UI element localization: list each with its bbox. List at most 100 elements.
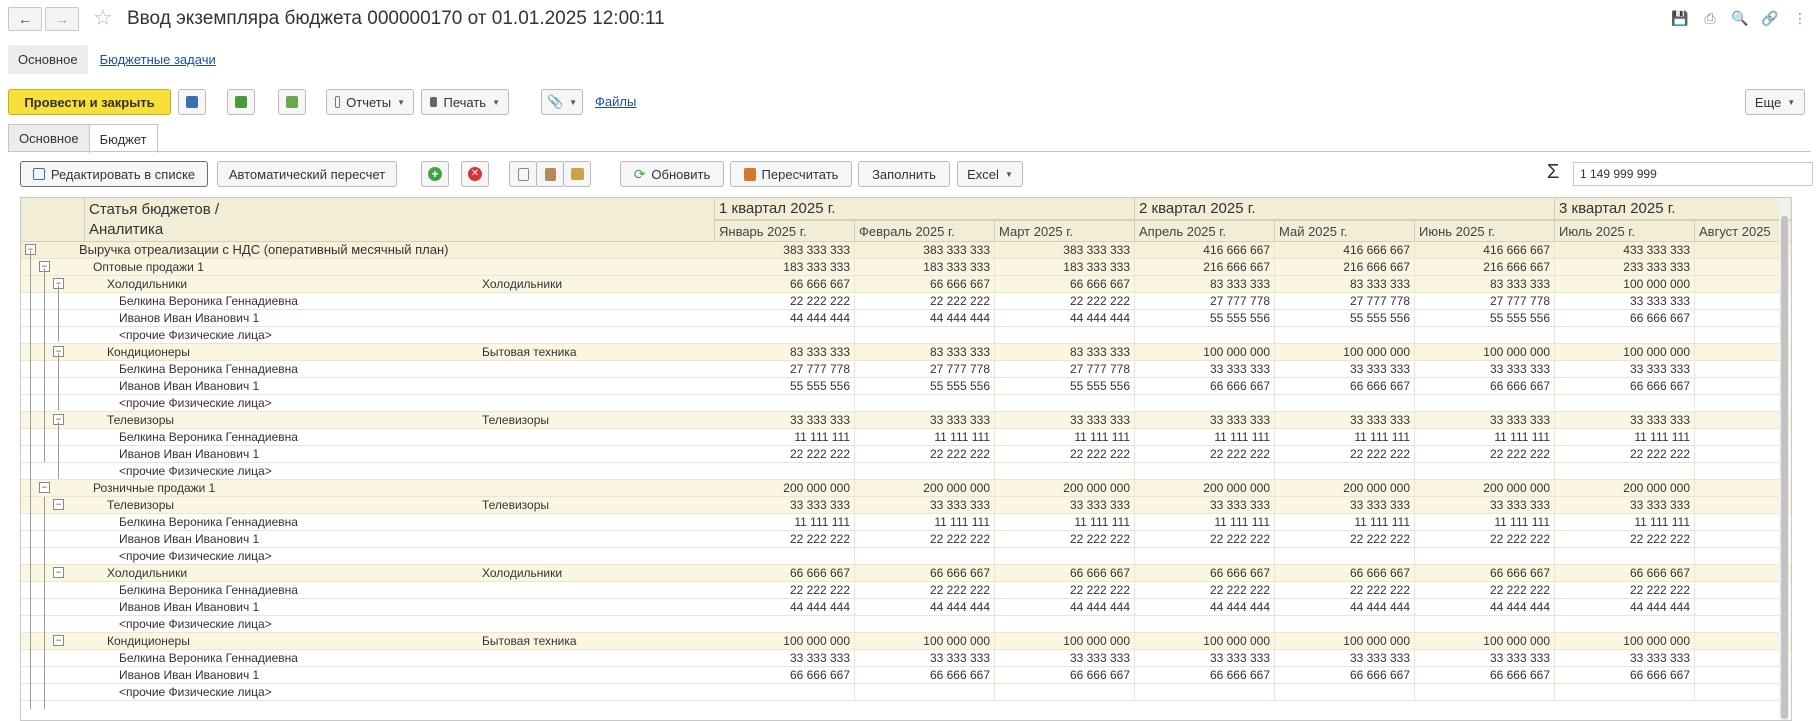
value-cell[interactable]: 27 777 778 — [995, 361, 1135, 377]
value-cell[interactable] — [1135, 463, 1275, 479]
table-row[interactable]: <прочие Физические лица> — [21, 684, 1791, 701]
value-cell[interactable]: 11 111 111 — [855, 514, 995, 530]
value-cell[interactable]: 22 222 222 — [715, 293, 855, 309]
value-cell[interactable]: 433 3 — [1695, 242, 1791, 258]
value-cell[interactable]: 22 222 222 — [1135, 582, 1275, 598]
value-cell[interactable]: 22 222 222 — [1275, 582, 1415, 598]
add-button[interactable]: + — [421, 161, 449, 187]
table-row[interactable]: <прочие Физические лица> — [21, 463, 1791, 480]
value-cell[interactable] — [1135, 327, 1275, 343]
value-cell[interactable] — [715, 684, 855, 700]
value-cell[interactable]: 22 222 222 — [1135, 446, 1275, 462]
value-cell[interactable]: 66 — [1695, 378, 1791, 394]
value-cell[interactable]: 27 777 778 — [1275, 293, 1415, 309]
value-cell[interactable]: 83 333 333 — [1135, 276, 1275, 292]
value-cell[interactable] — [1555, 463, 1695, 479]
value-cell[interactable] — [1275, 395, 1415, 411]
value-cell[interactable]: 83 333 333 — [855, 344, 995, 360]
value-cell[interactable]: 183 333 333 — [995, 259, 1135, 275]
value-cell[interactable]: 22 222 222 — [1415, 582, 1555, 598]
value-cell[interactable]: 22 222 222 — [995, 582, 1135, 598]
value-cell[interactable] — [1415, 463, 1555, 479]
value-cell[interactable]: 44 444 444 — [995, 599, 1135, 615]
reports-button[interactable]: Отчеты ▼ — [326, 89, 414, 115]
value-cell[interactable]: 11 111 111 — [1275, 514, 1415, 530]
value-cell[interactable]: 33 — [1695, 497, 1791, 513]
value-cell[interactable]: 22 222 222 — [855, 582, 995, 598]
month-header[interactable]: Март 2025 г. — [995, 220, 1135, 241]
value-cell[interactable]: 44 444 444 — [1415, 599, 1555, 615]
value-cell[interactable]: 22 222 222 — [1275, 446, 1415, 462]
value-cell[interactable]: 233 333 333 — [1555, 259, 1695, 275]
value-cell[interactable]: 66 666 667 — [1415, 667, 1555, 683]
value-cell[interactable]: 100 000 000 — [1415, 633, 1555, 649]
value-cell[interactable]: 11 111 111 — [1275, 429, 1415, 445]
value-cell[interactable]: 200 000 000 — [1415, 480, 1555, 496]
table-row[interactable]: Иванов Иван Иванович 1 22 222 222 22 222 2… — [21, 531, 1791, 548]
value-cell[interactable]: 33 333 333 — [995, 497, 1135, 513]
copy-button[interactable] — [509, 161, 537, 187]
value-cell[interactable] — [1415, 395, 1555, 411]
table-row[interactable]: Белкина Вероника Геннадиевна 22 222 222 22… — [21, 293, 1791, 310]
budget-grid[interactable]: Статья бюджетов / Аналитика 1 квартал 20… — [20, 197, 1792, 721]
month-header[interactable]: Февраль 2025 г. — [855, 220, 995, 241]
table-row[interactable]: − Телевизоры Телевизоры 33 333 333 33 333 33… — [21, 497, 1791, 514]
value-cell[interactable]: 11 111 111 — [1135, 514, 1275, 530]
value-cell[interactable]: 66 — [1695, 565, 1791, 581]
value-cell[interactable]: 33 — [1695, 650, 1791, 666]
value-cell[interactable]: 22 222 222 — [1415, 531, 1555, 547]
table-row[interactable]: Белкина Вероника Геннадиевна 27 777 778 27… — [21, 361, 1791, 378]
value-cell[interactable] — [1415, 548, 1555, 564]
table-row[interactable]: <прочие Физические лица> — [21, 616, 1791, 633]
forward-button[interactable]: → — [45, 7, 79, 31]
value-cell[interactable]: 100 000 000 — [715, 633, 855, 649]
value-cell[interactable]: 100 000 000 — [995, 633, 1135, 649]
value-cell[interactable]: 11 111 111 — [715, 514, 855, 530]
value-cell[interactable]: 11 111 111 — [1415, 429, 1555, 445]
table-row[interactable]: Иванов Иван Иванович 1 44 444 444 44 444 4… — [21, 599, 1791, 616]
value-cell[interactable]: 100 000 000 — [1555, 344, 1695, 360]
value-cell[interactable]: 200 000 000 — [995, 480, 1135, 496]
value-cell[interactable]: 83 333 333 — [715, 344, 855, 360]
value-cell[interactable]: 33 333 333 — [995, 412, 1135, 428]
value-cell[interactable]: 22 222 222 — [1555, 446, 1695, 462]
value-cell[interactable]: 33 333 333 — [1275, 650, 1415, 666]
value-cell[interactable]: 55 555 556 — [855, 378, 995, 394]
value-cell[interactable]: 416 666 667 — [1135, 242, 1275, 258]
value-cell[interactable]: 383 333 333 — [855, 242, 995, 258]
table-row[interactable]: Белкина Вероника Геннадиевна 11 111 111 11… — [21, 429, 1791, 446]
month-header[interactable]: Май 2025 г. — [1275, 220, 1415, 241]
value-cell[interactable]: 11 111 111 — [1415, 514, 1555, 530]
table-row[interactable]: − Холодильники Холодильники 66 666 667 66 66… — [21, 565, 1791, 582]
attach-button[interactable]: 📎 ▼ — [541, 89, 583, 115]
delete-button[interactable]: ✕ — [461, 161, 489, 187]
value-cell[interactable] — [855, 548, 995, 564]
value-cell[interactable] — [1695, 463, 1791, 479]
value-cell[interactable]: 33 333 333 — [1275, 497, 1415, 513]
back-button[interactable]: ← — [8, 7, 42, 31]
value-cell[interactable]: 66 666 667 — [1555, 667, 1695, 683]
value-cell[interactable]: 22 222 222 — [1555, 531, 1695, 547]
value-cell[interactable]: 66 666 667 — [995, 565, 1135, 581]
article-col-header[interactable]: Статья бюджетов / Аналитика — [85, 198, 715, 242]
value-cell[interactable] — [1275, 548, 1415, 564]
value-cell[interactable] — [1555, 684, 1695, 700]
table-row[interactable]: − Холодильники Холодильники 66 666 667 66 66… — [21, 276, 1791, 293]
value-cell[interactable]: 200 000 000 — [1555, 480, 1695, 496]
value-cell[interactable]: 44 444 444 — [715, 310, 855, 326]
value-cell[interactable]: 33 333 333 — [1135, 497, 1275, 513]
value-cell[interactable]: 66 666 667 — [1275, 667, 1415, 683]
more-button[interactable]: Еще ▼ — [1745, 89, 1805, 115]
value-cell[interactable]: 66 666 667 — [1275, 378, 1415, 394]
value-cell[interactable]: 1 — [1695, 429, 1791, 445]
table-row[interactable]: − Розничные продажи 1 200 000 000 200 000 0… — [21, 480, 1791, 497]
table-row[interactable]: − Кондиционеры Бытовая техника 100 000 000 1… — [21, 633, 1791, 650]
table-row[interactable]: Иванов Иван Иванович 1 66 666 667 66 666 6… — [21, 667, 1791, 684]
value-cell[interactable]: 22 — [1695, 446, 1791, 462]
value-cell[interactable]: 33 333 333 — [1555, 361, 1695, 377]
value-cell[interactable]: 33 333 333 — [1555, 497, 1695, 513]
value-cell[interactable]: 27 777 778 — [715, 361, 855, 377]
value-cell[interactable]: 11 111 111 — [995, 514, 1135, 530]
value-cell[interactable] — [995, 327, 1135, 343]
value-cell[interactable]: 100 000 000 — [1135, 344, 1275, 360]
